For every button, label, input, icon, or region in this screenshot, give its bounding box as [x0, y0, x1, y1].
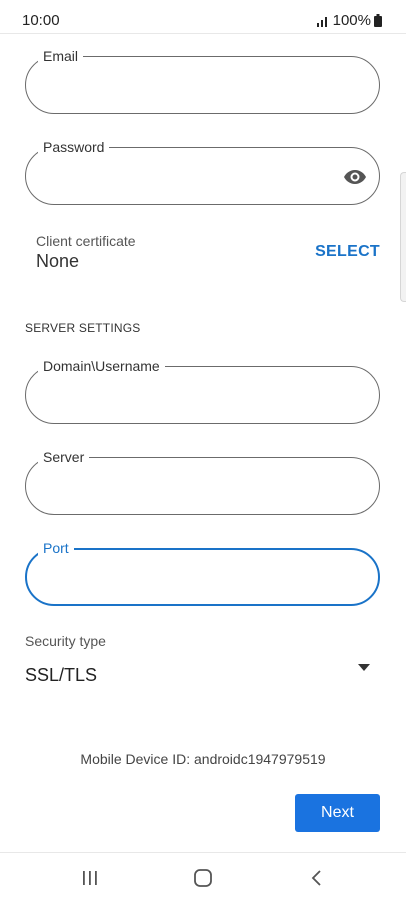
battery-percent: 100% — [332, 12, 371, 29]
server-label: Server — [38, 448, 90, 466]
server-settings-header: SERVER SETTINGS — [25, 321, 141, 335]
signal-icon — [316, 16, 327, 27]
select-certificate-button[interactable]: SELECT — [315, 243, 380, 261]
screen: 10:00 100% Email Password Client certifi… — [0, 0, 406, 902]
recent-apps-icon[interactable] — [78, 867, 102, 889]
eye-icon[interactable] — [343, 165, 367, 189]
password-input[interactable] — [44, 164, 329, 192]
server-input[interactable] — [44, 474, 329, 502]
security-type-label: Security type — [25, 633, 106, 649]
security-type-dropdown[interactable]: SSL/TLS — [25, 660, 380, 690]
client-certificate-value: None — [36, 251, 80, 271]
server-field[interactable]: Server — [25, 448, 380, 515]
client-certificate-label: Client certificate — [36, 233, 136, 249]
home-icon[interactable] — [191, 867, 215, 889]
status-indicators: 100% — [316, 12, 382, 29]
device-id-text: Mobile Device ID: androidc1947979519 — [80, 751, 326, 767]
security-type-value: SSL/TLS — [25, 665, 98, 685]
password-label: Password — [38, 138, 110, 156]
email-label: Email — [38, 47, 84, 65]
back-icon[interactable] — [305, 867, 329, 889]
navigation-bar — [0, 852, 406, 902]
port-label: Port — [38, 539, 74, 557]
email-field[interactable]: Email — [25, 47, 380, 114]
status-bar: 10:00 100% — [0, 0, 406, 34]
dropdown-arrow-icon — [358, 664, 370, 671]
battery-icon — [374, 14, 382, 27]
domain-username-field[interactable]: Domain\Username — [25, 357, 380, 424]
email-input[interactable] — [44, 73, 329, 101]
scrollbar-thumb[interactable] — [400, 172, 406, 302]
port-input[interactable] — [45, 566, 328, 594]
port-field[interactable]: Port — [25, 539, 380, 606]
next-button[interactable]: Next — [295, 794, 380, 832]
domain-username-label: Domain\Username — [38, 357, 165, 375]
domain-username-input[interactable] — [44, 383, 329, 411]
password-field[interactable]: Password — [25, 138, 380, 205]
status-time: 10:00 — [22, 12, 60, 29]
